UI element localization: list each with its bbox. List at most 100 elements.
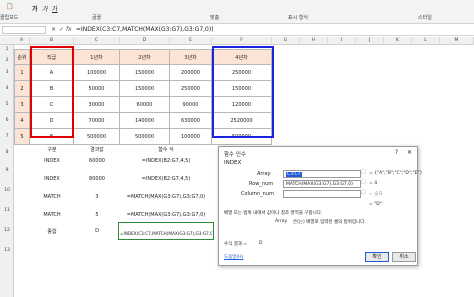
row-header[interactable]: 4 (0, 86, 14, 91)
table-cell[interactable]: 90000 (170, 97, 212, 113)
ribbon: 📋 가 가 가 클립보드 글꼴 맞춤 표시 형식 스타일 (0, 0, 474, 24)
dialog-title: 함수 인수 (224, 152, 246, 158)
arg-input-row-num[interactable]: MATCH(MAX(G3:G7),G3:G7,0) (283, 180, 361, 188)
row-header[interactable]: 7 (0, 134, 14, 139)
table-cell[interactable]: 3 (14, 97, 30, 113)
table-header-cell[interactable]: 2년차 (120, 49, 170, 65)
range-picker-icon[interactable]: ⬚ (361, 179, 366, 185)
arg-result-row-num: = 4 (369, 181, 378, 186)
table-cell[interactable]: 200000 (170, 65, 212, 81)
table-cell[interactable]: 140000 (120, 113, 170, 129)
column-header[interactable]: G (272, 37, 300, 45)
arg-input-array[interactable]: C3:C7 (283, 170, 361, 178)
table-cell[interactable]: 150000 (120, 81, 170, 97)
table-cell[interactable]: 50000 (74, 81, 120, 97)
table-cell[interactable]: 70000 (74, 113, 120, 129)
column-header[interactable]: K (384, 37, 412, 45)
row-header[interactable]: 8 (0, 150, 14, 155)
summary-cell[interactable]: 60000 (74, 158, 120, 164)
row-header[interactable]: 11 (0, 208, 14, 213)
enter-icon[interactable]: ✓ (59, 25, 64, 35)
summary-cell[interactable]: =INDEX(B2:G7,4,5) (120, 176, 212, 182)
close-icon[interactable]: ✕ (407, 149, 412, 156)
function-name: INDEX (224, 160, 242, 166)
table-cell[interactable]: 500000 (74, 129, 120, 145)
column-header[interactable]: I (328, 37, 356, 45)
row-header[interactable]: 6 (0, 118, 14, 123)
row-header[interactable]: 5 (0, 102, 14, 107)
table-cell[interactable]: 5 (14, 129, 30, 145)
row-header[interactable]: 1 (0, 47, 14, 52)
summary-cell[interactable]: =MATCH(MAX(G3:G7),G3:G7,0) (120, 212, 212, 218)
name-box[interactable] (2, 26, 46, 34)
active-cell-formula[interactable]: =INDEX(C3:C7,MATCH(MAX(G3:G7),G3:G7,0)) (120, 231, 212, 236)
arg-input-array-value: C3:C7 (286, 172, 302, 177)
italic-icon[interactable]: 가 (42, 4, 48, 13)
bold-icon[interactable]: 가 (32, 4, 38, 13)
arg-description-label: Array (275, 219, 288, 224)
table-header-cell[interactable]: 3년차 (170, 49, 212, 65)
row-header[interactable]: 9 (0, 168, 14, 173)
summary-cell[interactable]: INDEX (30, 158, 74, 164)
column-header[interactable]: M (440, 37, 474, 45)
range-picker-icon[interactable]: ⬚ (361, 189, 366, 195)
column-header[interactable]: D (120, 37, 170, 45)
table-cell[interactable]: 150000 (120, 65, 170, 81)
summary-header: 결과값 (90, 147, 104, 153)
summary-cell[interactable]: 80000 (74, 176, 120, 182)
help-icon[interactable]: ? (395, 149, 398, 156)
table-cell[interactable]: 500000 (120, 129, 170, 145)
cancel-button[interactable]: 취소 (392, 252, 416, 262)
arg-label-row-num: Row_num (249, 181, 274, 187)
fx-icon[interactable]: fx (66, 25, 72, 35)
arg-input-column-num[interactable] (283, 190, 361, 198)
row-header[interactable]: 12 (0, 228, 14, 233)
ok-button[interactable]: 확인 (365, 252, 389, 262)
summary-header: 구분 (47, 147, 57, 153)
paste-icon[interactable]: 📋 (6, 3, 13, 10)
ribbon-group-clipboard: 클립보드 (0, 15, 19, 21)
column-header[interactable]: H (300, 37, 328, 45)
arg-result-array: = {"A";"B";"C";"D";"E"} (369, 171, 423, 176)
row-header[interactable]: 3 (0, 70, 14, 75)
table-header-cell[interactable]: 1년차 (74, 49, 120, 65)
table-cell[interactable]: 100000 (74, 65, 120, 81)
table-cell[interactable]: 4 (14, 113, 30, 129)
summary-cell[interactable]: =INDEX(B2:G7,4,5) (120, 158, 212, 164)
column-header[interactable]: B (30, 37, 74, 45)
function-description: 배열 또는 범위 내에서 값이나 참조 영역을 구합니다. (224, 211, 323, 216)
column-header[interactable]: E (170, 37, 212, 45)
column-header[interactable]: F (212, 37, 272, 45)
column-header[interactable]: J (356, 37, 384, 45)
row-header[interactable]: 2 (0, 58, 14, 63)
table-cell[interactable]: 630000 (170, 113, 212, 129)
range-picker-icon[interactable]: ⬚ (361, 169, 366, 175)
table-cell[interactable]: 250000 (170, 81, 212, 97)
table-cell[interactable]: 1 (14, 65, 30, 81)
table-cell[interactable]: 30000 (74, 97, 120, 113)
table-cell[interactable]: 100000 (170, 129, 212, 145)
column-header[interactable]: C (74, 37, 120, 45)
summary-cell[interactable]: INDEX (30, 176, 74, 182)
summary-cell[interactable]: MATCH (30, 194, 74, 200)
summary-cell[interactable]: 종합 (30, 228, 74, 235)
row-header[interactable]: 13 (0, 248, 14, 253)
summary-cell[interactable]: D (74, 228, 120, 234)
help-link[interactable]: 도움말(H) (224, 254, 243, 260)
table-cell[interactable]: 2 (14, 81, 30, 97)
column-header[interactable]: A (14, 37, 30, 45)
row-header[interactable]: 10 (0, 188, 14, 193)
summary-cell[interactable]: 5 (74, 212, 120, 218)
arg-label-array: Array (257, 171, 271, 177)
ribbon-group-styles: 스타일 (418, 15, 432, 21)
summary-cell[interactable]: 3 (74, 194, 120, 200)
cancel-icon[interactable]: ✕ (51, 25, 56, 35)
table-cell[interactable]: 60000 (120, 97, 170, 113)
red-highlight-box (30, 46, 74, 138)
formula-input[interactable]: =INDEX(C3:C7,MATCH(MAX(G3:G7),G3:G7,0)) (76, 26, 214, 34)
column-header[interactable]: L (412, 37, 440, 45)
summary-cell[interactable]: MATCH (30, 212, 74, 218)
summary-cell[interactable]: =MATCH(MAX(G3:G7),G3:G7,0) (120, 194, 212, 200)
underline-icon[interactable]: 가 (52, 4, 58, 13)
table-header-cell[interactable]: 순위 (14, 49, 30, 65)
